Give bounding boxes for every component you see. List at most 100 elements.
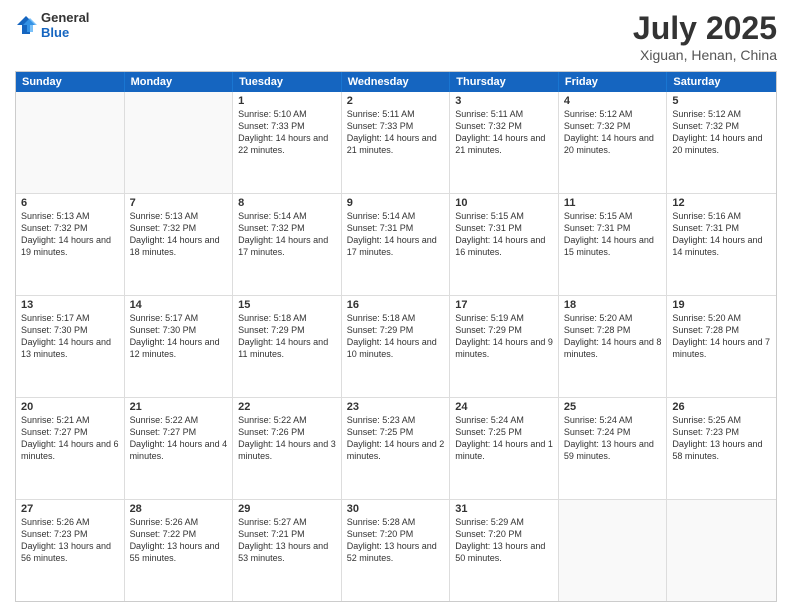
cell-details: Sunrise: 5:15 AMSunset: 7:31 PMDaylight:…: [455, 210, 553, 259]
day-number: 26: [672, 401, 771, 413]
calendar-cell: 4Sunrise: 5:12 AMSunset: 7:32 PMDaylight…: [559, 92, 668, 193]
calendar-cell: 6Sunrise: 5:13 AMSunset: 7:32 PMDaylight…: [16, 194, 125, 295]
day-number: 10: [455, 197, 553, 209]
calendar-cell: 9Sunrise: 5:14 AMSunset: 7:31 PMDaylight…: [342, 194, 451, 295]
cell-details: Sunrise: 5:13 AMSunset: 7:32 PMDaylight:…: [21, 210, 119, 259]
cell-details: Sunrise: 5:26 AMSunset: 7:23 PMDaylight:…: [21, 516, 119, 565]
calendar-cell: 17Sunrise: 5:19 AMSunset: 7:29 PMDayligh…: [450, 296, 559, 397]
day-number: 12: [672, 197, 771, 209]
cell-details: Sunrise: 5:11 AMSunset: 7:32 PMDaylight:…: [455, 108, 553, 157]
calendar-cell: 20Sunrise: 5:21 AMSunset: 7:27 PMDayligh…: [16, 398, 125, 499]
calendar-cell: 24Sunrise: 5:24 AMSunset: 7:25 PMDayligh…: [450, 398, 559, 499]
cell-details: Sunrise: 5:20 AMSunset: 7:28 PMDaylight:…: [672, 312, 771, 361]
day-number: 19: [672, 299, 771, 311]
cell-details: Sunrise: 5:10 AMSunset: 7:33 PMDaylight:…: [238, 108, 336, 157]
logo-text: General Blue: [41, 10, 89, 40]
calendar-cell: 14Sunrise: 5:17 AMSunset: 7:30 PMDayligh…: [125, 296, 234, 397]
cell-details: Sunrise: 5:21 AMSunset: 7:27 PMDaylight:…: [21, 414, 119, 463]
calendar-row: 6Sunrise: 5:13 AMSunset: 7:32 PMDaylight…: [16, 194, 776, 296]
day-number: 20: [21, 401, 119, 413]
calendar-cell: 19Sunrise: 5:20 AMSunset: 7:28 PMDayligh…: [667, 296, 776, 397]
weekday-header: Friday: [559, 72, 668, 92]
cell-details: Sunrise: 5:27 AMSunset: 7:21 PMDaylight:…: [238, 516, 336, 565]
logo-blue: Blue: [41, 25, 89, 40]
cell-details: Sunrise: 5:17 AMSunset: 7:30 PMDaylight:…: [130, 312, 228, 361]
calendar-header: SundayMondayTuesdayWednesdayThursdayFrid…: [16, 72, 776, 92]
calendar-cell: [667, 500, 776, 601]
calendar-body: 1Sunrise: 5:10 AMSunset: 7:33 PMDaylight…: [16, 92, 776, 601]
logo-general: General: [41, 10, 89, 25]
cell-details: Sunrise: 5:11 AMSunset: 7:33 PMDaylight:…: [347, 108, 445, 157]
cell-details: Sunrise: 5:17 AMSunset: 7:30 PMDaylight:…: [21, 312, 119, 361]
logo: General Blue: [15, 10, 89, 40]
calendar-cell: 28Sunrise: 5:26 AMSunset: 7:22 PMDayligh…: [125, 500, 234, 601]
calendar-cell: [559, 500, 668, 601]
weekday-header: Thursday: [450, 72, 559, 92]
calendar-cell: 1Sunrise: 5:10 AMSunset: 7:33 PMDaylight…: [233, 92, 342, 193]
calendar-row: 13Sunrise: 5:17 AMSunset: 7:30 PMDayligh…: [16, 296, 776, 398]
day-number: 21: [130, 401, 228, 413]
cell-details: Sunrise: 5:22 AMSunset: 7:27 PMDaylight:…: [130, 414, 228, 463]
cell-details: Sunrise: 5:12 AMSunset: 7:32 PMDaylight:…: [672, 108, 771, 157]
calendar-cell: 3Sunrise: 5:11 AMSunset: 7:32 PMDaylight…: [450, 92, 559, 193]
weekday-header: Monday: [125, 72, 234, 92]
calendar-row: 1Sunrise: 5:10 AMSunset: 7:33 PMDaylight…: [16, 92, 776, 194]
cell-details: Sunrise: 5:24 AMSunset: 7:25 PMDaylight:…: [455, 414, 553, 463]
day-number: 17: [455, 299, 553, 311]
calendar-cell: 15Sunrise: 5:18 AMSunset: 7:29 PMDayligh…: [233, 296, 342, 397]
calendar: SundayMondayTuesdayWednesdayThursdayFrid…: [15, 71, 777, 602]
cell-details: Sunrise: 5:14 AMSunset: 7:31 PMDaylight:…: [347, 210, 445, 259]
calendar-row: 27Sunrise: 5:26 AMSunset: 7:23 PMDayligh…: [16, 500, 776, 601]
day-number: 2: [347, 95, 445, 107]
title-block: July 2025 Xiguan, Henan, China: [633, 10, 777, 63]
day-number: 3: [455, 95, 553, 107]
cell-details: Sunrise: 5:14 AMSunset: 7:32 PMDaylight:…: [238, 210, 336, 259]
day-number: 24: [455, 401, 553, 413]
cell-details: Sunrise: 5:28 AMSunset: 7:20 PMDaylight:…: [347, 516, 445, 565]
day-number: 7: [130, 197, 228, 209]
day-number: 22: [238, 401, 336, 413]
day-number: 25: [564, 401, 662, 413]
cell-details: Sunrise: 5:29 AMSunset: 7:20 PMDaylight:…: [455, 516, 553, 565]
calendar-cell: 30Sunrise: 5:28 AMSunset: 7:20 PMDayligh…: [342, 500, 451, 601]
calendar-page: General Blue July 2025 Xiguan, Henan, Ch…: [0, 0, 792, 612]
day-number: 9: [347, 197, 445, 209]
cell-details: Sunrise: 5:19 AMSunset: 7:29 PMDaylight:…: [455, 312, 553, 361]
cell-details: Sunrise: 5:12 AMSunset: 7:32 PMDaylight:…: [564, 108, 662, 157]
cell-details: Sunrise: 5:13 AMSunset: 7:32 PMDaylight:…: [130, 210, 228, 259]
logo-icon: [15, 14, 37, 36]
calendar-cell: 7Sunrise: 5:13 AMSunset: 7:32 PMDaylight…: [125, 194, 234, 295]
calendar-cell: 31Sunrise: 5:29 AMSunset: 7:20 PMDayligh…: [450, 500, 559, 601]
cell-details: Sunrise: 5:22 AMSunset: 7:26 PMDaylight:…: [238, 414, 336, 463]
calendar-cell: 27Sunrise: 5:26 AMSunset: 7:23 PMDayligh…: [16, 500, 125, 601]
weekday-header: Tuesday: [233, 72, 342, 92]
day-number: 29: [238, 503, 336, 515]
calendar-cell: 13Sunrise: 5:17 AMSunset: 7:30 PMDayligh…: [16, 296, 125, 397]
day-number: 6: [21, 197, 119, 209]
calendar-cell: 26Sunrise: 5:25 AMSunset: 7:23 PMDayligh…: [667, 398, 776, 499]
cell-details: Sunrise: 5:15 AMSunset: 7:31 PMDaylight:…: [564, 210, 662, 259]
day-number: 16: [347, 299, 445, 311]
day-number: 30: [347, 503, 445, 515]
weekday-header: Wednesday: [342, 72, 451, 92]
calendar-cell: 18Sunrise: 5:20 AMSunset: 7:28 PMDayligh…: [559, 296, 668, 397]
calendar-cell: 10Sunrise: 5:15 AMSunset: 7:31 PMDayligh…: [450, 194, 559, 295]
header: General Blue July 2025 Xiguan, Henan, Ch…: [15, 10, 777, 63]
cell-details: Sunrise: 5:18 AMSunset: 7:29 PMDaylight:…: [347, 312, 445, 361]
calendar-cell: 2Sunrise: 5:11 AMSunset: 7:33 PMDaylight…: [342, 92, 451, 193]
calendar-cell: 8Sunrise: 5:14 AMSunset: 7:32 PMDaylight…: [233, 194, 342, 295]
weekday-header: Sunday: [16, 72, 125, 92]
calendar-row: 20Sunrise: 5:21 AMSunset: 7:27 PMDayligh…: [16, 398, 776, 500]
cell-details: Sunrise: 5:16 AMSunset: 7:31 PMDaylight:…: [672, 210, 771, 259]
day-number: 15: [238, 299, 336, 311]
day-number: 8: [238, 197, 336, 209]
cell-details: Sunrise: 5:25 AMSunset: 7:23 PMDaylight:…: [672, 414, 771, 463]
calendar-cell: [125, 92, 234, 193]
cell-details: Sunrise: 5:24 AMSunset: 7:24 PMDaylight:…: [564, 414, 662, 463]
month-title: July 2025: [633, 10, 777, 47]
day-number: 4: [564, 95, 662, 107]
day-number: 1: [238, 95, 336, 107]
cell-details: Sunrise: 5:26 AMSunset: 7:22 PMDaylight:…: [130, 516, 228, 565]
day-number: 5: [672, 95, 771, 107]
calendar-cell: 23Sunrise: 5:23 AMSunset: 7:25 PMDayligh…: [342, 398, 451, 499]
